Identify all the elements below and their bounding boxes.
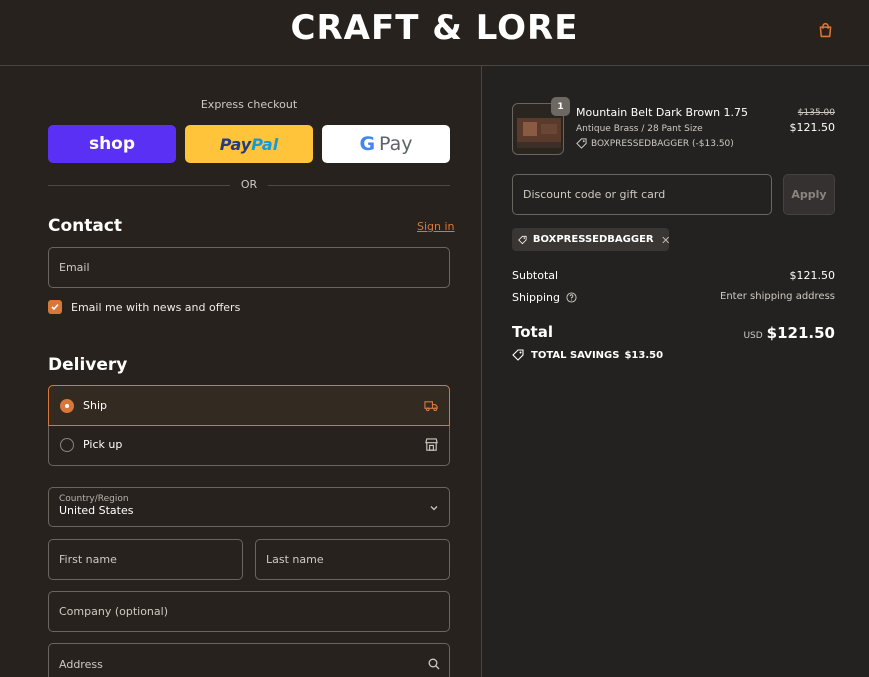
- help-icon[interactable]: [566, 292, 577, 303]
- ship-radio[interactable]: [60, 399, 74, 413]
- order-summary-panel: [481, 66, 869, 677]
- tag-icon: [518, 235, 527, 244]
- newsletter-checkbox[interactable]: [48, 300, 62, 314]
- truck-icon: [424, 401, 438, 412]
- tag-icon: [576, 138, 587, 149]
- currency-code: USD: [743, 331, 763, 341]
- applied-code-label: BOXPRESSEDBAGGER: [532, 234, 654, 245]
- delivery-title: Delivery: [48, 355, 128, 375]
- shipping-value: Enter shipping address: [720, 291, 835, 302]
- paypal-label-part1: Pay: [219, 134, 252, 154]
- check-icon: [51, 303, 59, 311]
- country-value: United States: [59, 504, 134, 517]
- paypal-button[interactable]: Pay Pal: [185, 125, 313, 163]
- shop-pay-button[interactable]: shop: [48, 125, 176, 163]
- express-checkout-label: Express checkout: [200, 98, 298, 111]
- last-name-placeholder: Last name: [266, 553, 324, 566]
- product-discount-label: BOXPRESSEDBAGGER (-$13.50): [591, 138, 734, 149]
- ship-option[interactable]: Ship: [48, 385, 450, 426]
- remove-discount-icon[interactable]: [662, 235, 669, 245]
- search-icon: [428, 658, 440, 670]
- divider-line-right: [268, 185, 450, 186]
- delivery-method-group: Ship Pick up: [48, 385, 450, 466]
- original-price: $135.00: [797, 108, 835, 118]
- company-field[interactable]: Company (optional): [48, 591, 450, 632]
- discount-placeholder: Discount code or gift card: [523, 188, 666, 201]
- store-logo[interactable]: CRAFT & LORE: [0, 8, 869, 48]
- apply-discount-button[interactable]: Apply: [783, 174, 835, 215]
- pickup-radio[interactable]: [60, 438, 74, 452]
- total-row-value: USD $121.50: [700, 323, 835, 342]
- shop-pay-label: shop: [88, 134, 136, 154]
- google-pay-button[interactable]: G Pay: [322, 125, 450, 163]
- newsletter-label: Email me with news and offers: [71, 300, 241, 314]
- discount-code-input[interactable]: Discount code or gift card: [512, 174, 772, 215]
- pickup-option[interactable]: Pick up: [49, 426, 449, 465]
- paypal-label-part2: Pal: [251, 134, 279, 154]
- first-name-field[interactable]: First name: [48, 539, 243, 580]
- product-discount: BOXPRESSEDBAGGER (-$13.50): [576, 138, 734, 149]
- quantity-badge: 1: [551, 97, 570, 116]
- company-placeholder: Company (optional): [59, 605, 168, 618]
- product-variant: Antique Brass / 28 Pant Size: [576, 124, 703, 134]
- country-label: Country/Region: [59, 494, 129, 504]
- store-icon: [425, 438, 438, 451]
- contact-title: Contact: [48, 216, 123, 236]
- ship-option-label: Ship: [83, 399, 107, 412]
- or-divider: OR: [48, 178, 450, 192]
- product-price: $121.50: [789, 121, 836, 134]
- pickup-option-label: Pick up: [83, 438, 123, 451]
- savings-label: TOTAL SAVINGS: [531, 349, 620, 361]
- sign-in-link[interactable]: Sign in: [417, 220, 455, 233]
- newsletter-checkbox-row[interactable]: Email me with news and offers: [48, 300, 240, 314]
- shopping-bag-icon[interactable]: [817, 22, 834, 39]
- total-label: Total: [512, 323, 553, 341]
- total-value: $121.50: [766, 324, 835, 342]
- savings-value: $13.50: [624, 349, 664, 361]
- tag-icon: [512, 349, 524, 361]
- address-field[interactable]: Address: [48, 643, 450, 677]
- last-name-field[interactable]: Last name: [255, 539, 450, 580]
- applied-discount-chip: BOXPRESSEDBAGGER: [512, 228, 669, 251]
- first-name-placeholder: First name: [59, 553, 117, 566]
- email-placeholder: Email: [59, 261, 90, 274]
- header: CRAFT & LORE: [0, 0, 869, 66]
- google-g-icon: G: [359, 133, 376, 155]
- total-savings-row: TOTAL SAVINGS $13.50: [512, 349, 663, 361]
- shipping-label: Shipping: [512, 291, 560, 304]
- email-field[interactable]: Email: [48, 247, 450, 288]
- shipping-row: Shipping: [512, 291, 577, 304]
- chevron-down-icon: [430, 506, 438, 511]
- subtotal-label: Subtotal: [512, 269, 559, 282]
- country-select[interactable]: Country/Region United States: [48, 487, 450, 527]
- subtotal-value: $121.50: [789, 269, 836, 282]
- google-pay-label: Pay: [379, 133, 413, 155]
- product-name: Mountain Belt Dark Brown 1.75: [576, 106, 749, 119]
- address-placeholder: Address: [59, 658, 103, 671]
